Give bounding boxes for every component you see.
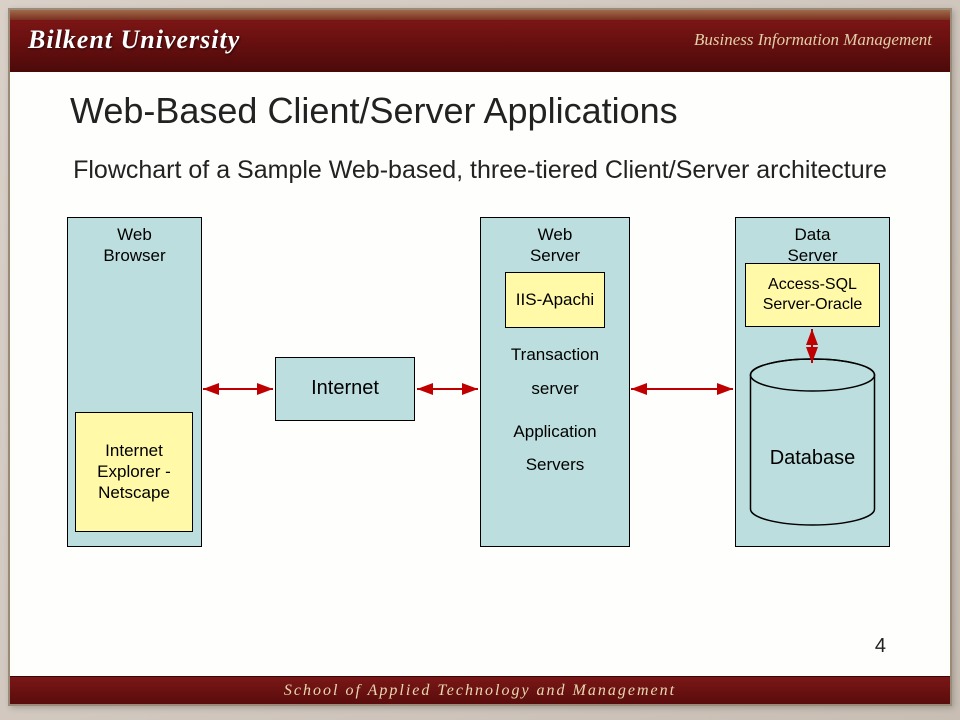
browser-examples-label: Internet Explorer -Netscape [76, 440, 192, 504]
web-server-examples-box: IIS-Apachi [505, 272, 605, 328]
web-server-label: Web Server [481, 218, 629, 273]
slide-body: Web-Based Client/Server Applications Flo… [50, 90, 910, 658]
department-name: Business Information Management [694, 30, 932, 50]
page-number: 4 [875, 635, 886, 658]
database-examples-box: Access-SQL Server-Oracle [745, 263, 880, 327]
application-label-2: Servers [480, 455, 630, 475]
database-label: Database [745, 447, 880, 470]
university-name: Bilkent University [28, 25, 240, 55]
slide-title: Web-Based Client/Server Applications [70, 90, 910, 132]
database-examples-label: Access-SQL Server-Oracle [746, 275, 879, 315]
transaction-label-2: server [480, 379, 630, 399]
web-browser-label: Web Browser [68, 218, 201, 273]
database-cylinder: Database [745, 357, 880, 527]
footer-text: School of Applied Technology and Managem… [284, 682, 676, 699]
footer-bar: School of Applied Technology and Managem… [10, 676, 950, 704]
architecture-diagram: Web Browser Internet Explorer -Netscape … [65, 217, 895, 557]
transaction-label-1: Transaction [480, 345, 630, 365]
internet-label: Internet [311, 377, 379, 400]
slide-frame: Bilkent University Business Information … [8, 8, 952, 706]
header-bar: Bilkent University Business Information … [10, 10, 950, 72]
browser-examples-box: Internet Explorer -Netscape [75, 412, 193, 532]
internet-box: Internet [275, 357, 415, 421]
web-server-examples-label: IIS-Apachi [516, 289, 594, 310]
header-accent [10, 10, 950, 20]
slide-subtitle: Flowchart of a Sample Web-based, three-t… [50, 154, 910, 187]
application-label-1: Application [480, 422, 630, 442]
